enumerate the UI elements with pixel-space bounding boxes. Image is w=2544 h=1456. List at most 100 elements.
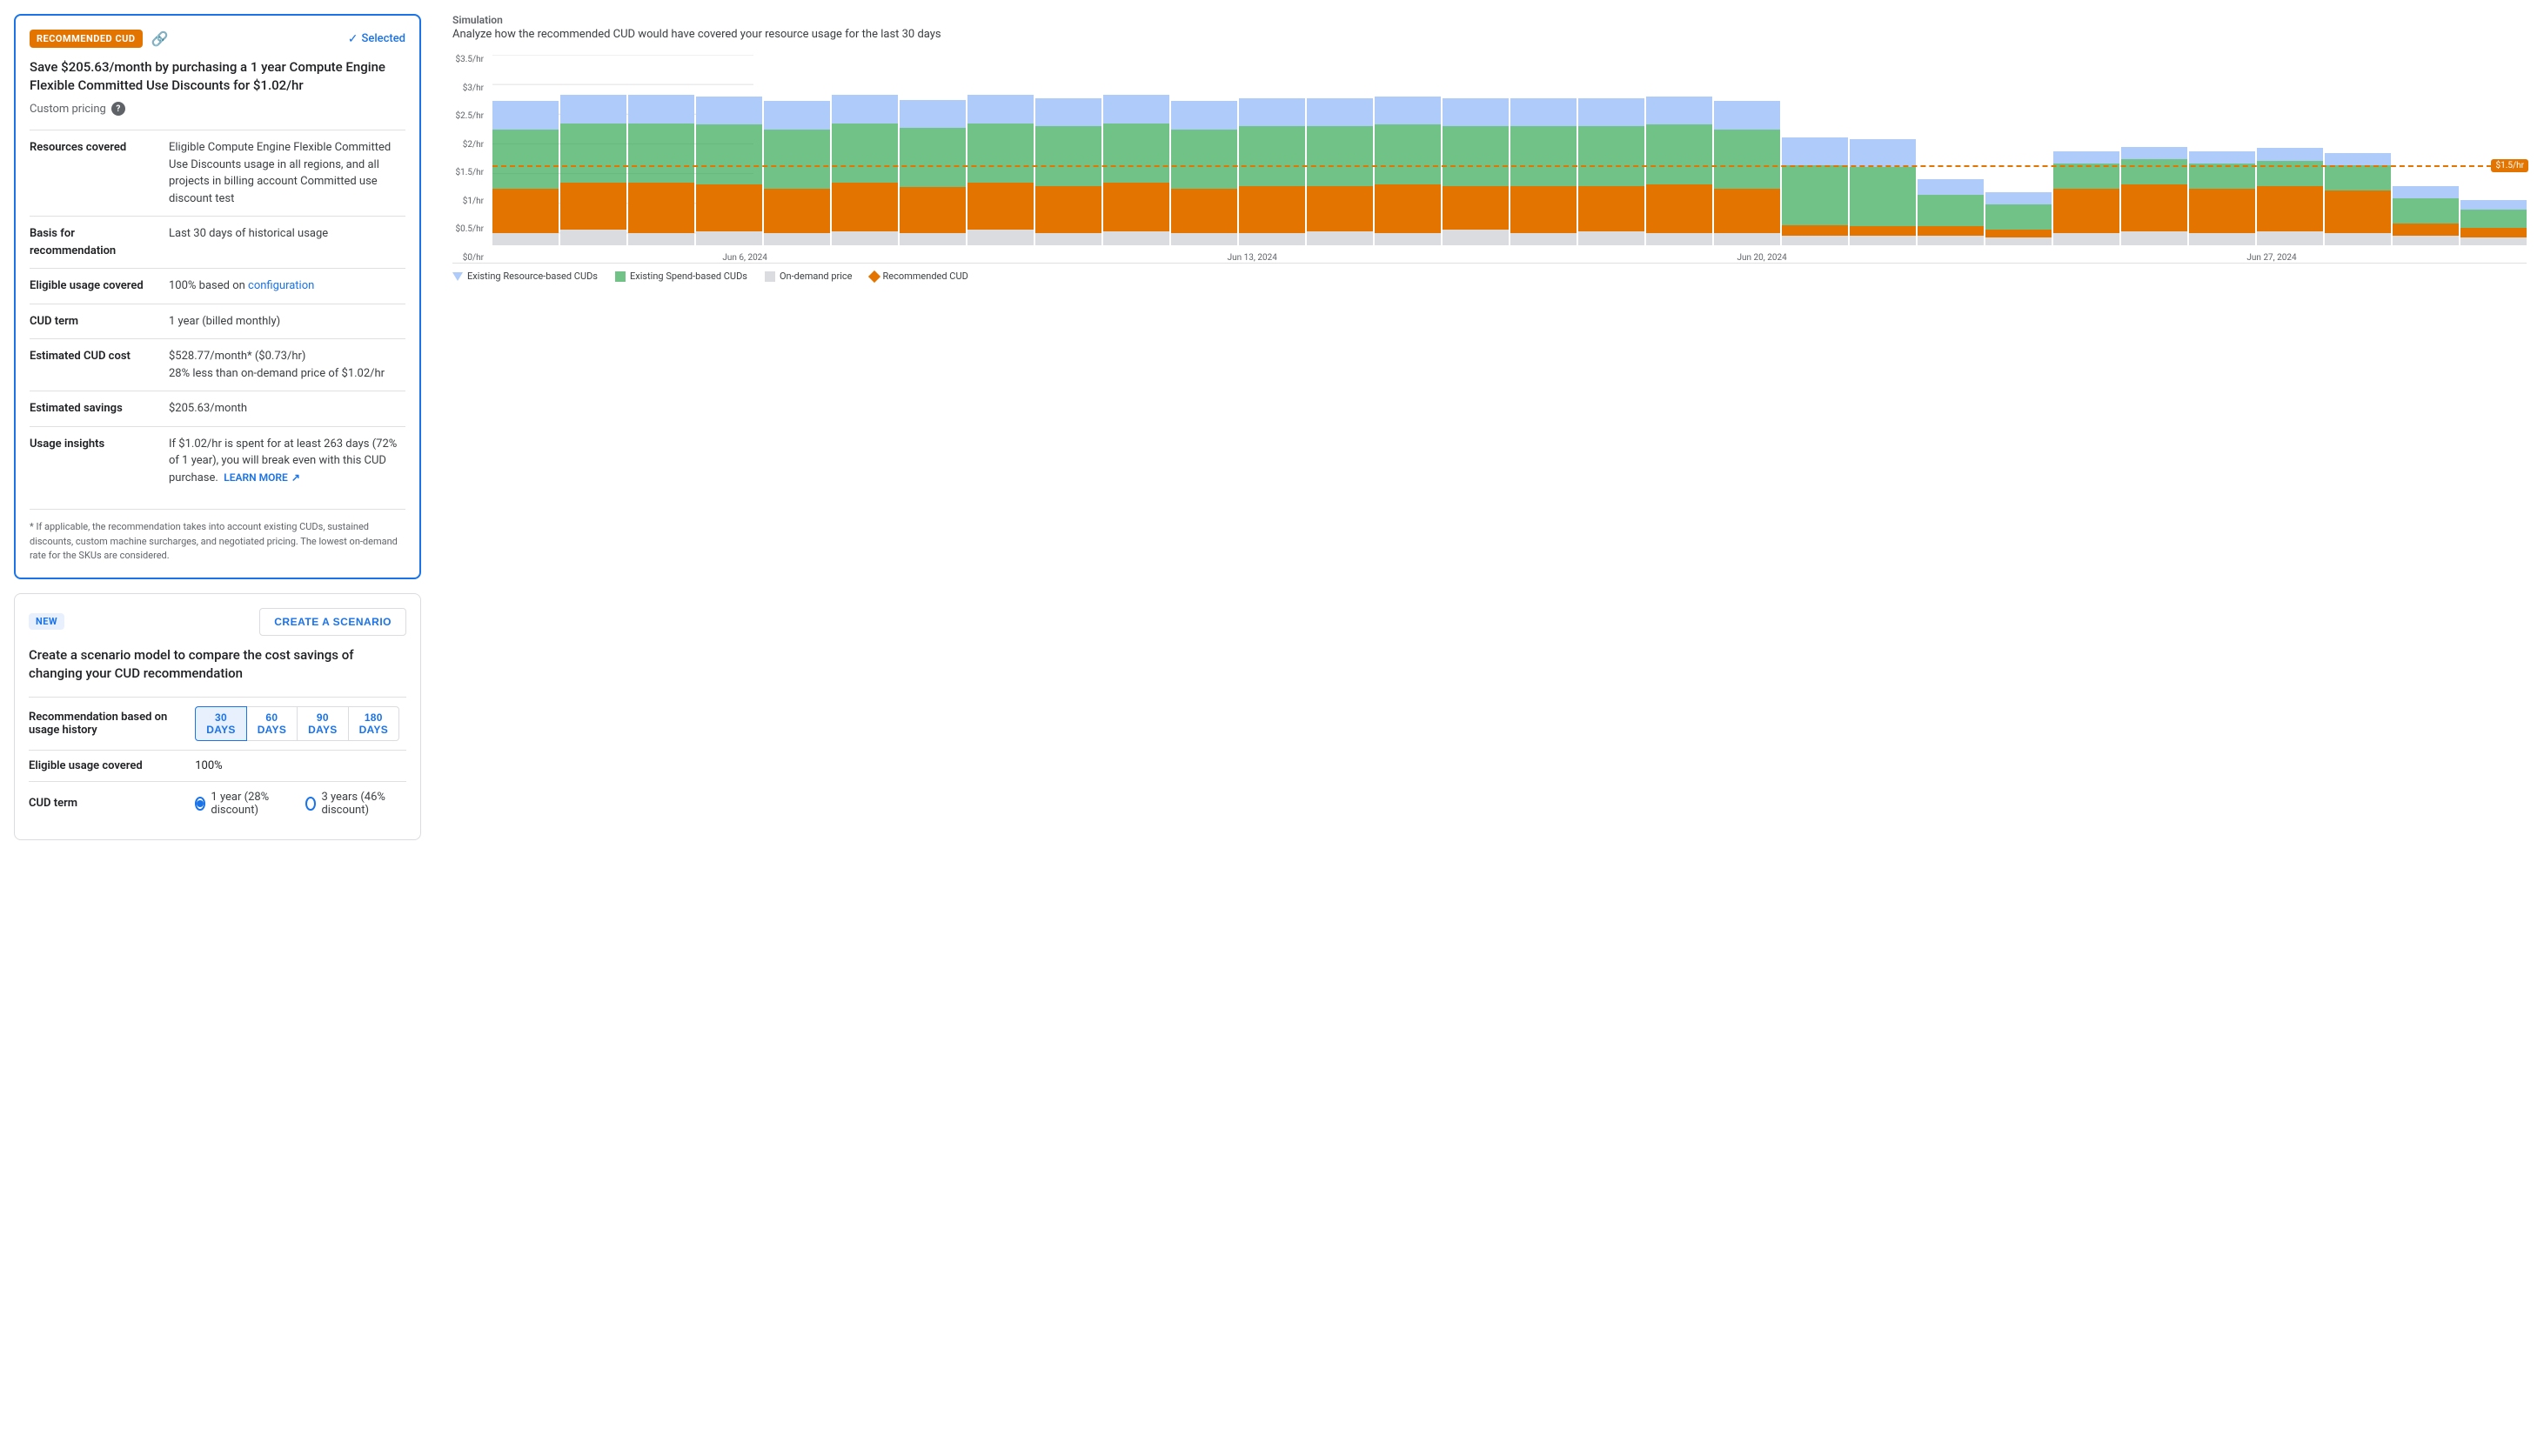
bar-green (967, 124, 1034, 183)
legend-label-resource: Existing Resource-based CUDs (467, 270, 598, 282)
days-toggle-group: 30 DAYS 60 DAYS 90 DAYS 180 DAYS (195, 706, 399, 741)
bar-gray (1035, 233, 1101, 245)
bar-blue (2053, 151, 2119, 164)
bar-group (1985, 55, 2052, 245)
legend-icon-resource (452, 272, 463, 281)
bar-group (696, 55, 762, 245)
bar-group (1646, 55, 1712, 245)
bar-orange (2325, 190, 2391, 233)
radio-label-3year: 3 years (46% discount) (321, 791, 399, 817)
bar-blue (628, 95, 694, 123)
row-value-cost: $528.77/month* ($0.73/hr)28% less than o… (169, 339, 405, 391)
external-link-icon: ↗ (291, 470, 300, 485)
bar-blue (2393, 186, 2459, 198)
bar-orange (832, 183, 898, 231)
bar-gray (2393, 236, 2459, 245)
day-btn-180[interactable]: 180 DAYS (349, 706, 399, 741)
bar-orange (1103, 183, 1169, 231)
table-row: Usage insights If $1.02/hr is spent for … (30, 426, 405, 495)
bar-orange (764, 189, 830, 232)
radio-3year[interactable]: 3 years (46% discount) (305, 791, 399, 817)
bar-blue (1307, 98, 1373, 126)
bar-orange (1171, 189, 1237, 232)
bar-orange (696, 184, 762, 231)
radio-1year[interactable]: 1 year (28% discount) (195, 791, 285, 817)
legend-item-spend: Existing Spend-based CUDs (615, 270, 747, 282)
bar-blue (1035, 98, 1101, 126)
help-icon[interactable]: ? (111, 102, 125, 116)
details-table: Resources covered Eligible Compute Engin… (30, 130, 405, 495)
row-value-term: 1 year (billed monthly) (169, 304, 405, 339)
bar-orange (967, 183, 1034, 230)
bar-group (2460, 55, 2527, 245)
y-label-3-5: $3.5/hr (452, 55, 489, 64)
bar-group (1307, 55, 1373, 245)
chart-area: $3.5/hr $3/hr $2.5/hr $2/hr $1.5/hr $1/h… (452, 55, 2527, 264)
radio-circle-3year (305, 797, 316, 811)
bar-group (2053, 55, 2119, 245)
bar-gray (1782, 236, 1848, 245)
y-label-0-5: $0.5/hr (452, 224, 489, 234)
legend-item-resource: Existing Resource-based CUDs (452, 270, 598, 282)
bar-orange (2393, 224, 2459, 236)
table-row: Estimated savings $205.63/month (30, 391, 405, 427)
bar-gray (1918, 236, 1984, 245)
bar-gray (1239, 233, 1305, 245)
create-scenario-button[interactable]: CREATE A SCENARIO (259, 608, 406, 636)
scenario-card: NEW CREATE A SCENARIO Create a scenario … (14, 593, 421, 840)
bar-gray (2325, 233, 2391, 245)
bar-orange (628, 183, 694, 233)
y-label-1-5: $1.5/hr (452, 168, 489, 177)
bar-orange (1850, 226, 1916, 236)
bar-blue (1171, 101, 1237, 129)
custom-pricing-row: Custom pricing ? (30, 102, 405, 116)
bar-orange (2257, 186, 2323, 231)
configuration-link[interactable]: configuration (248, 279, 314, 292)
bar-group (1850, 55, 1916, 245)
chart-container: $3.5/hr $3/hr $2.5/hr $2/hr $1.5/hr $1/h… (452, 55, 2527, 281)
bar-group (1714, 55, 1780, 245)
row-value-insights: If $1.02/hr is spent for at least 263 da… (169, 426, 405, 495)
bar-orange (1646, 184, 1712, 233)
bar-gray (2121, 231, 2187, 245)
link-icon[interactable]: 🔗 (151, 30, 169, 47)
bar-blue (1510, 98, 1577, 126)
table-row: Estimated CUD cost $528.77/month* ($0.73… (30, 339, 405, 391)
bar-group (900, 55, 966, 245)
bar-orange (900, 187, 966, 232)
bar-group (1171, 55, 1237, 245)
learn-more-link[interactable]: LEARN MORE ↗ (224, 470, 300, 485)
day-btn-60[interactable]: 60 DAYS (247, 706, 298, 741)
bar-green (1171, 130, 1237, 189)
bar-orange (1985, 230, 2052, 237)
bar-gray (1578, 231, 1644, 245)
selected-label: Selected (361, 32, 405, 45)
scenario-eligible-value: 100% (195, 750, 406, 781)
recommendation-card: RECOMMENDED CUD 🔗 ✓ Selected Save $205.6… (14, 14, 421, 579)
bar-green (1375, 124, 1441, 184)
bar-blue (2121, 147, 2187, 159)
legend-label-spend: Existing Spend-based CUDs (630, 270, 747, 282)
bar-green (1578, 126, 1644, 185)
day-btn-30[interactable]: 30 DAYS (195, 706, 246, 741)
day-btn-90[interactable]: 90 DAYS (298, 706, 348, 741)
y-axis: $3.5/hr $3/hr $2.5/hr $2/hr $1.5/hr $1/h… (452, 55, 489, 263)
bar-group (1035, 55, 1101, 245)
bar-green (492, 130, 559, 189)
x-label-jun6: Jun 6, 2024 (722, 253, 767, 263)
bar-green (1714, 130, 1780, 189)
chart-legend: Existing Resource-based CUDs Existing Sp… (452, 270, 2527, 282)
bar-group (1782, 55, 1848, 245)
bar-gray (492, 233, 559, 245)
bar-gray (967, 230, 1034, 245)
bar-group (1375, 55, 1441, 245)
bar-gray (1103, 231, 1169, 245)
bar-blue (560, 95, 626, 123)
row-label-term: CUD term (30, 304, 169, 339)
legend-label-ondemand: On-demand price (780, 270, 853, 282)
scenario-label-history: Recommendation based on usage history (29, 697, 195, 750)
y-label-1: $1/hr (452, 197, 489, 206)
simulation-subtitle: Analyze how the recommended CUD would ha… (452, 28, 2527, 41)
checkmark-icon: ✓ (348, 32, 358, 46)
bar-orange (1510, 186, 1577, 233)
